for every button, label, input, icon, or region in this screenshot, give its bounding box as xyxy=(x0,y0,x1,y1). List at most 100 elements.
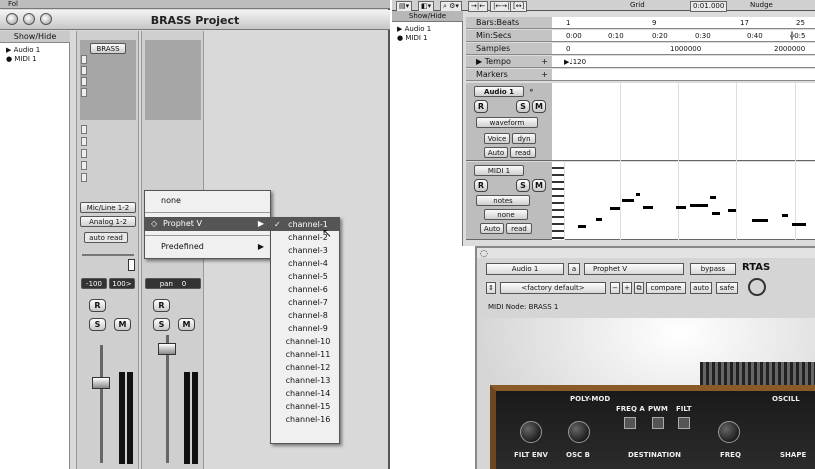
midi-note[interactable] xyxy=(782,214,788,217)
safe-button[interactable]: safe xyxy=(716,282,738,294)
min-secs-timeline[interactable]: 0:00 0:10 0:20 0:30 0:40 ╬0:5 xyxy=(552,30,815,42)
channel-menu-item[interactable]: channel-5 xyxy=(271,270,339,283)
auto-button[interactable]: auto xyxy=(690,282,712,294)
edit-tracklist-midi[interactable]: ● MIDI 1 xyxy=(397,34,428,42)
midi-track-lane[interactable] xyxy=(565,162,815,240)
record-enable-button[interactable]: R xyxy=(153,299,170,312)
channel-menu-item[interactable]: channel-4 xyxy=(271,257,339,270)
insert-slot-marker[interactable] xyxy=(81,66,87,75)
menu-item-prophet[interactable]: ◇ Prophet V ▶ xyxy=(145,217,270,231)
insert-slot-marker[interactable] xyxy=(81,88,87,97)
tracklist-item-midi[interactable]: ● MIDI 1 xyxy=(6,55,37,63)
bypass-button[interactable]: bypass xyxy=(690,263,736,275)
channel-menu-item[interactable]: channel-13 xyxy=(271,374,339,387)
solo-button[interactable]: S xyxy=(153,318,170,331)
midi-note[interactable] xyxy=(710,196,716,199)
channel-menu-item[interactable]: channel-14 xyxy=(271,387,339,400)
preset-selector[interactable]: <factory default> xyxy=(500,282,606,294)
bars-beats-timeline[interactable]: 1 9 17 25 xyxy=(552,17,815,29)
filt-env-knob[interactable] xyxy=(520,421,542,443)
audio-mute-button[interactable]: M xyxy=(532,100,546,113)
track-view-selector[interactable]: notes xyxy=(476,195,530,206)
add-tempo-icon[interactable]: + xyxy=(541,56,548,68)
send-slot-marker[interactable] xyxy=(81,125,87,134)
volume-fader-track[interactable] xyxy=(100,345,103,463)
channel-menu-item[interactable]: channel-10 xyxy=(271,335,339,348)
compare-button[interactable]: compare xyxy=(646,282,686,294)
midi-note[interactable] xyxy=(622,199,634,202)
track-view-selector[interactable]: waveform xyxy=(476,117,538,128)
channel-menu-item[interactable]: channel-16 xyxy=(271,413,339,426)
send-slot-marker[interactable] xyxy=(81,149,87,158)
pan-slider-track[interactable] xyxy=(82,254,134,256)
power-icon[interactable] xyxy=(748,278,766,296)
midi-note[interactable] xyxy=(610,207,620,210)
plugin-name-selector[interactable]: Prophet V xyxy=(584,263,684,275)
channel-menu-item[interactable]: channel-12 xyxy=(271,361,339,374)
channel-menu-item[interactable]: channel-6 xyxy=(271,283,339,296)
insert-slot-brass[interactable]: BRASS xyxy=(90,43,126,54)
ruler-markers[interactable]: Markers + xyxy=(466,69,552,81)
midi-note[interactable] xyxy=(596,218,602,221)
menu-item-predefined[interactable]: Predefined ▶ xyxy=(145,240,270,254)
add-marker-icon[interactable]: + xyxy=(541,69,548,81)
samples-timeline[interactable]: 0 1000000 2000000 xyxy=(552,43,815,55)
tempo-timeline[interactable]: ▶♩120 xyxy=(552,56,815,68)
voice-selector[interactable]: dyn xyxy=(512,133,536,144)
volume-fader-cap[interactable] xyxy=(92,377,110,389)
insert-slot-marker[interactable] xyxy=(81,77,87,86)
ruler-min-secs[interactable]: Min:Secs xyxy=(466,30,552,42)
channel-menu-item[interactable]: channel-15 xyxy=(271,400,339,413)
preset-next-icon[interactable]: + xyxy=(622,282,632,294)
pwm-button[interactable] xyxy=(652,417,664,429)
edit-tracklist-audio[interactable]: ▶ Audio 1 xyxy=(397,25,431,33)
midi-note[interactable] xyxy=(643,206,653,209)
midi-note[interactable] xyxy=(728,209,736,212)
midi-note[interactable] xyxy=(792,223,806,226)
show-hide-button[interactable]: Show/Hide xyxy=(0,31,70,43)
channel-menu-item[interactable]: channel-9 xyxy=(271,322,339,335)
automation-mode-selector[interactable]: read xyxy=(506,223,532,234)
freq-a-button[interactable] xyxy=(624,417,636,429)
ruler-tempo[interactable]: ▶ Tempo + xyxy=(466,56,552,68)
track-name[interactable]: Audio 1 xyxy=(474,86,524,97)
midi-note[interactable] xyxy=(676,206,686,209)
audio-record-button[interactable]: R xyxy=(474,100,488,113)
automation-mode-selector[interactable]: read xyxy=(510,147,536,158)
midi-solo-button[interactable]: S xyxy=(516,179,530,192)
record-enable-button[interactable]: R xyxy=(89,299,106,312)
send-slot-marker[interactable] xyxy=(81,173,87,182)
output-selector[interactable]: Analog 1-2 xyxy=(80,216,136,227)
librarian-icon[interactable]: ⧉ xyxy=(634,282,644,294)
midi-record-button[interactable]: R xyxy=(474,179,488,192)
preset-menu-icon[interactable]: ⇕ xyxy=(486,282,496,294)
midi-note[interactable] xyxy=(636,193,640,196)
audio-track-lane[interactable] xyxy=(552,83,815,161)
volume-fader-cap[interactable] xyxy=(158,343,176,355)
osc-b-knob[interactable] xyxy=(568,421,590,443)
filt-button[interactable] xyxy=(678,417,690,429)
grid-value-selector[interactable]: 0:01.000 xyxy=(690,1,728,12)
midi-mute-button[interactable]: M xyxy=(532,179,546,192)
channel-menu-item[interactable]: channel-3 xyxy=(271,244,339,257)
ruler-bars-beats[interactable]: Bars:Beats xyxy=(466,17,552,29)
midi-note[interactable] xyxy=(578,225,586,228)
trim-tool[interactable]: →|← xyxy=(468,1,489,12)
tracklist-item-audio[interactable]: ▶ Audio 1 xyxy=(6,46,40,54)
menu-item-none[interactable]: none xyxy=(145,194,270,208)
midi-note[interactable] xyxy=(752,219,768,222)
channel-menu-item[interactable]: channel-8 xyxy=(271,309,339,322)
solo-button[interactable]: S xyxy=(89,318,106,331)
markers-timeline[interactable] xyxy=(552,69,815,81)
send-slot-marker[interactable] xyxy=(81,137,87,146)
channel-menu-item[interactable]: channel-7 xyxy=(271,296,339,309)
track-name[interactable]: MIDI 1 xyxy=(474,165,524,176)
midi-note[interactable] xyxy=(690,204,708,207)
send-slot-marker[interactable] xyxy=(81,161,87,170)
freq-knob[interactable] xyxy=(718,421,740,443)
input-selector[interactable]: Mic/Line 1-2 xyxy=(80,202,136,213)
track-options-icon[interactable]: ⚬ xyxy=(528,86,535,95)
mute-button[interactable]: M xyxy=(178,318,195,331)
mini-keyboard[interactable] xyxy=(552,162,564,240)
pan-slider-handle[interactable] xyxy=(128,259,135,271)
